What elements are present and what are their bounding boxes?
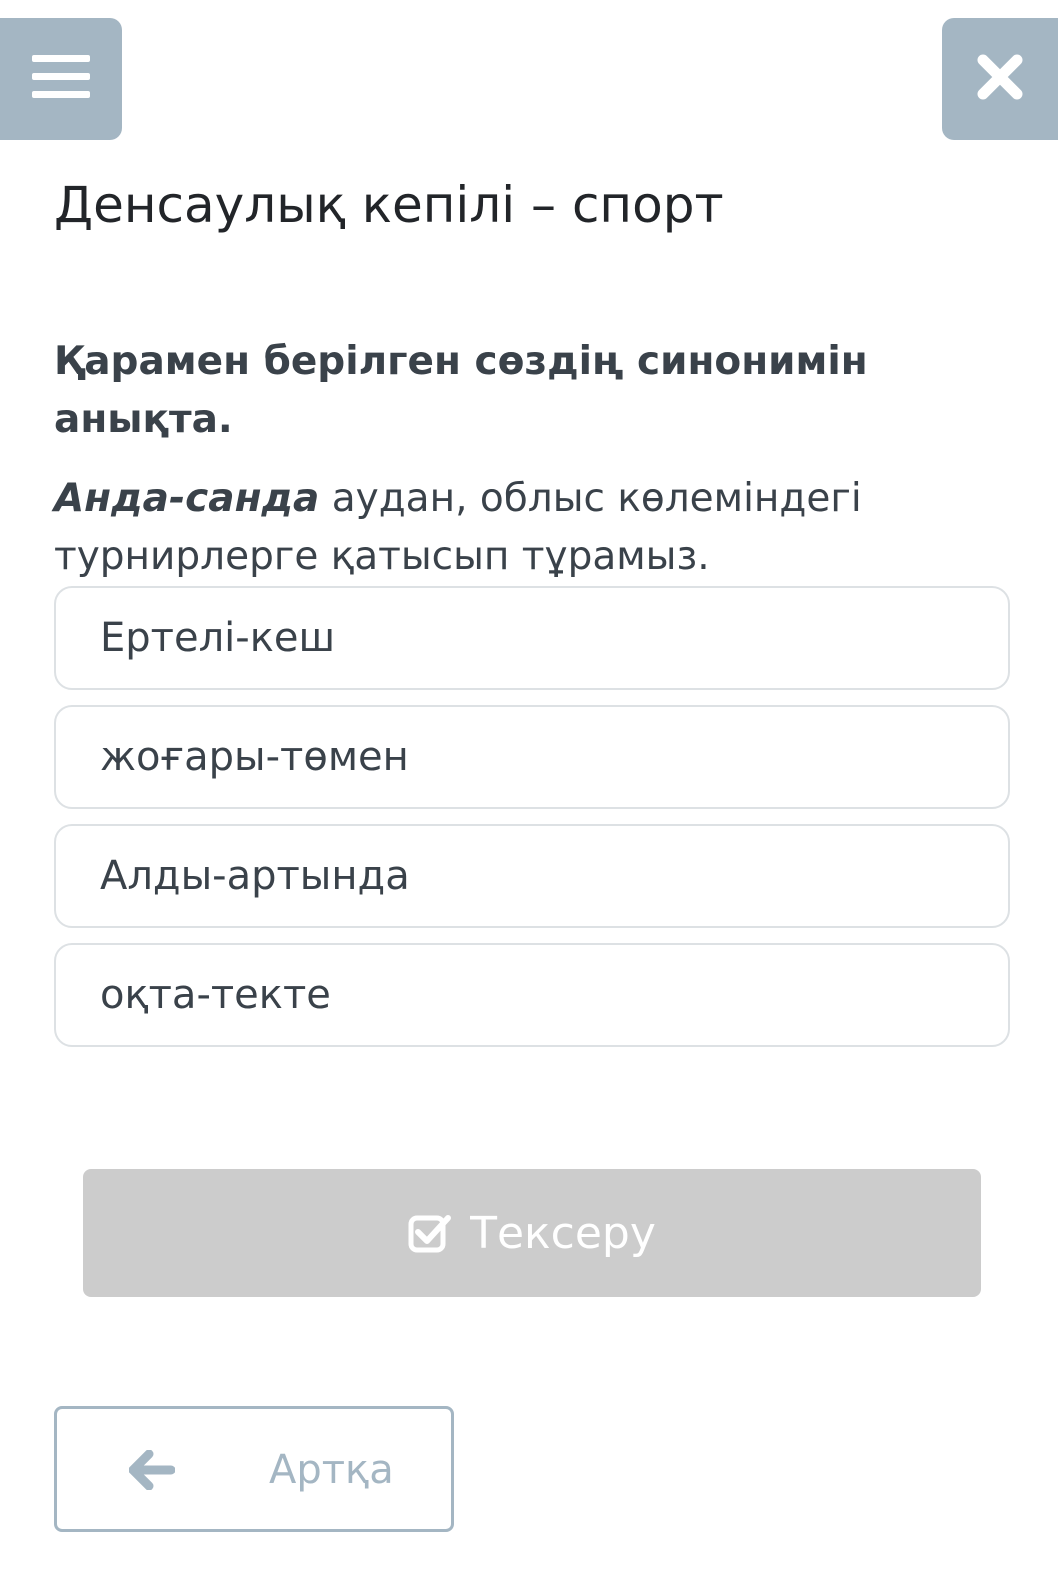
close-icon [977, 54, 1023, 104]
menu-button[interactable] [0, 18, 122, 140]
answer-option-4[interactable]: оқта-текте [54, 943, 1010, 1047]
answer-option-label: жоғары-төмен [100, 734, 409, 780]
check-button[interactable]: Тексеру [83, 1169, 981, 1297]
answer-option-1[interactable]: Ертелі-кеш [54, 586, 1010, 690]
back-button-label: Артқа [269, 1447, 394, 1493]
question-instruction: Қарамен берілген сөздің синонимін анықта… [54, 339, 868, 442]
check-button-label: Тексеру [470, 1207, 656, 1259]
answer-option-label: Алды-артында [100, 853, 410, 899]
page-title: Денсаулық кепілі – спорт [54, 176, 724, 234]
answer-option-label: Ертелі-кеш [100, 615, 336, 661]
answer-options: Ертелі-кеш жоғары-төмен Алды-артында оқт… [54, 586, 1010, 1062]
hamburger-menu-icon [32, 53, 90, 105]
check-square-icon [408, 1212, 452, 1254]
answer-option-label: оқта-текте [100, 972, 331, 1018]
arrow-left-icon [129, 1450, 175, 1490]
close-button[interactable] [942, 18, 1058, 140]
back-button[interactable]: Артқа [54, 1406, 454, 1532]
question-sentence: Анда-санда аудан, облыс көлеміндегі турн… [54, 470, 954, 586]
answer-option-3[interactable]: Алды-артында [54, 824, 1010, 928]
highlighted-word: Анда-санда [54, 476, 320, 521]
answer-option-2[interactable]: жоғары-төмен [54, 705, 1010, 809]
